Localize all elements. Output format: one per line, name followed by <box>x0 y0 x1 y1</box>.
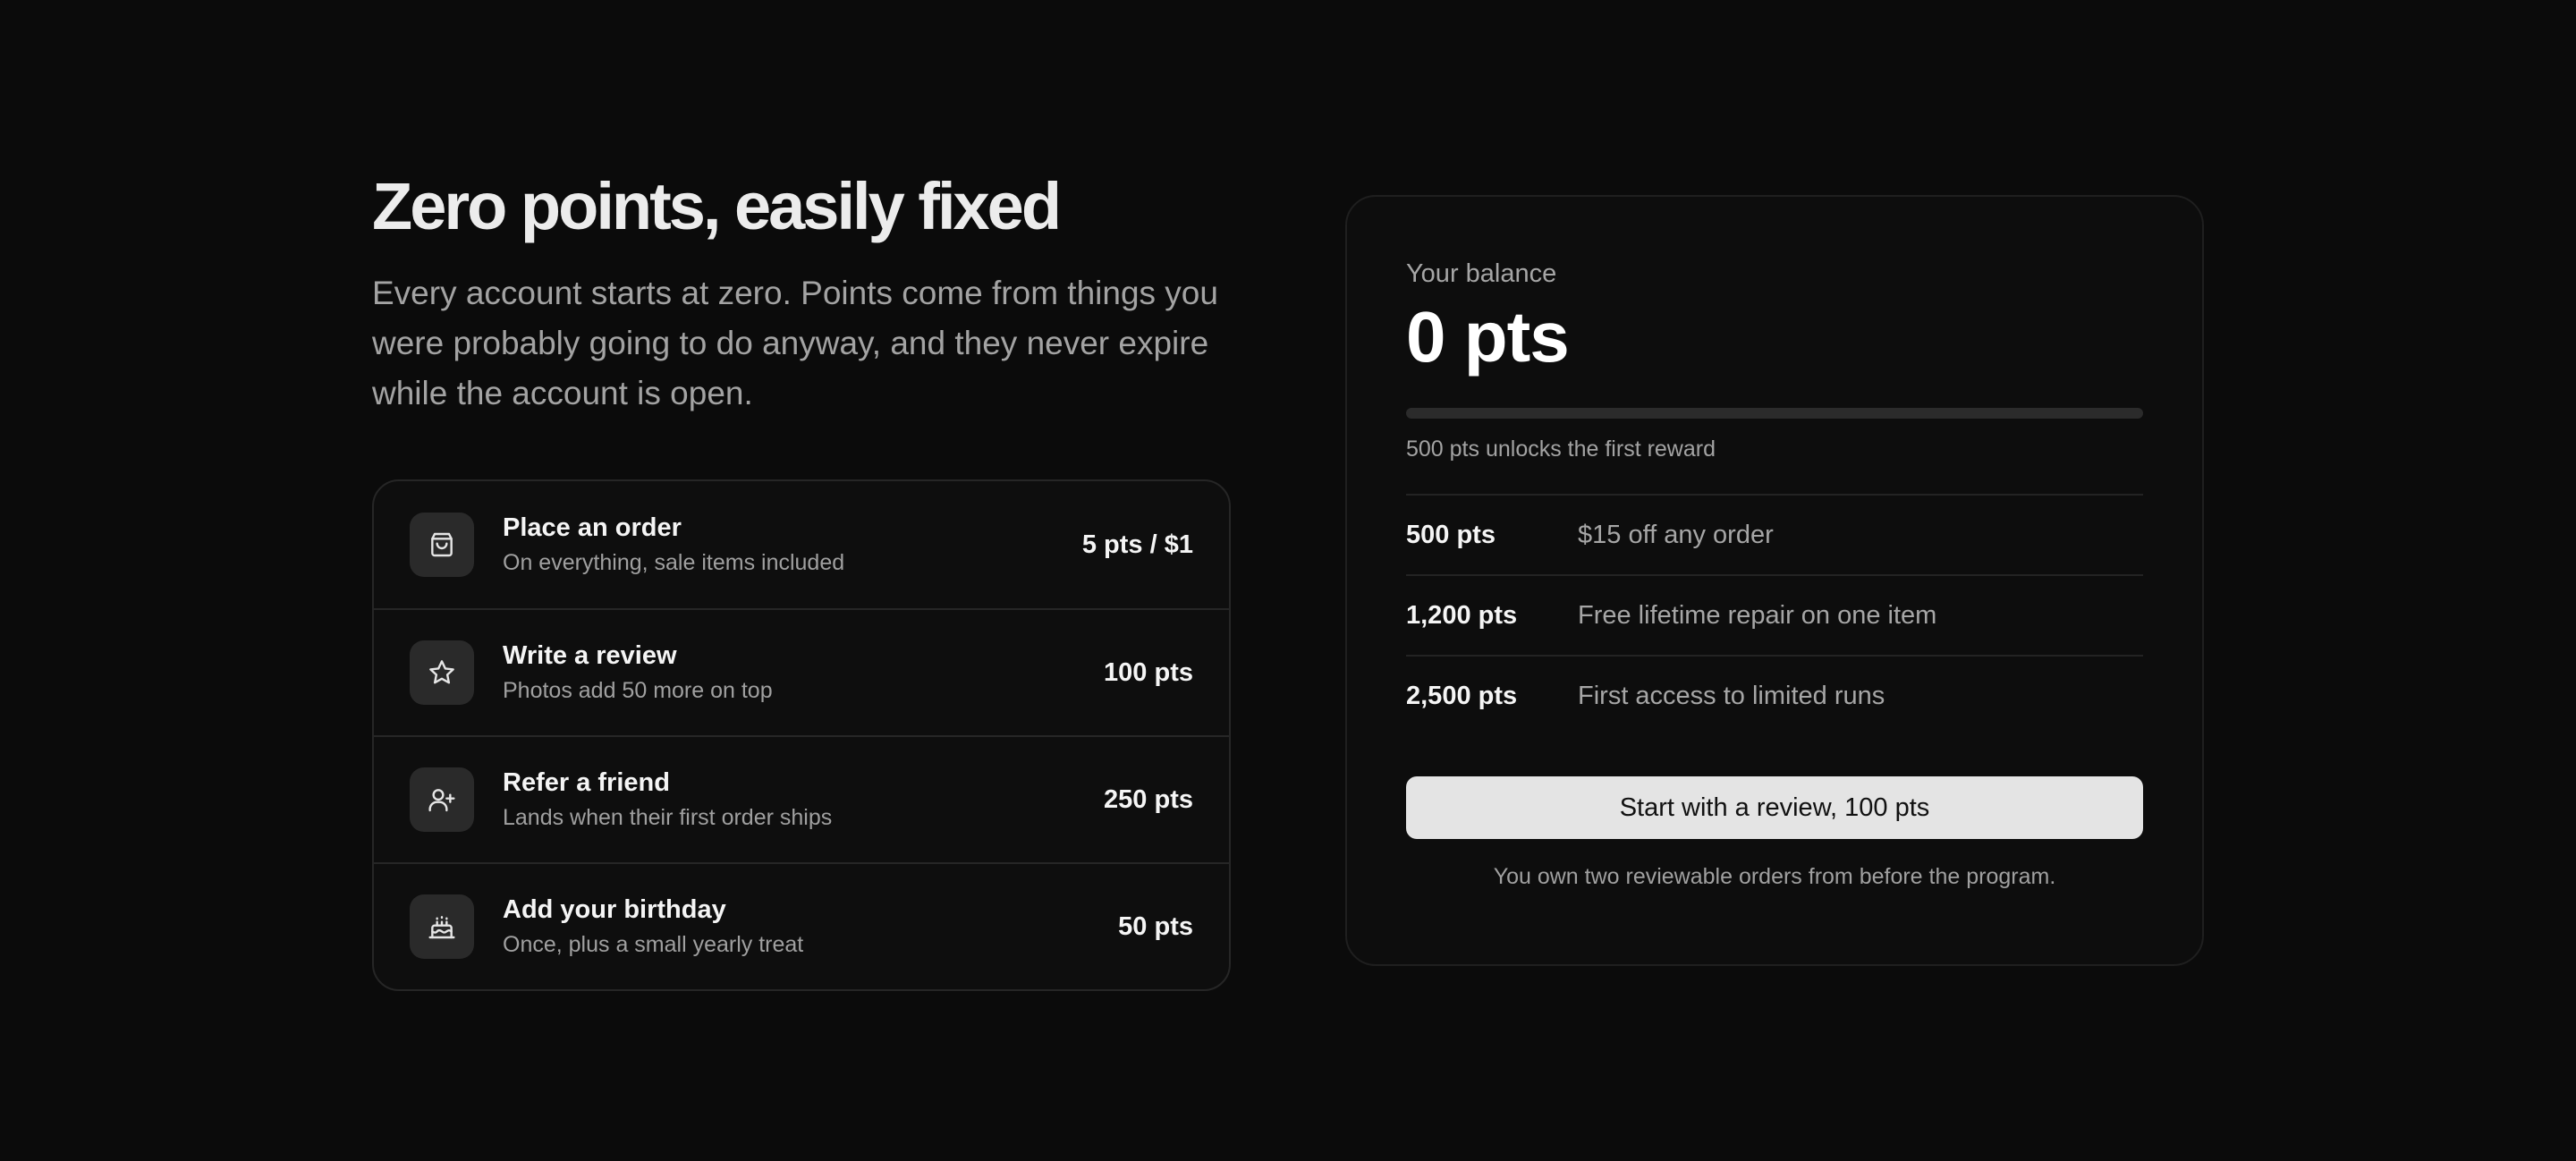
start-review-button[interactable]: Start with a review, 100 pts <box>1406 776 2143 839</box>
reward-tier: 2,500 pts First access to limited runs <box>1406 655 2143 735</box>
shopping-bag-icon <box>410 513 474 577</box>
earn-way-points: 5 pts / $1 <box>1081 530 1193 559</box>
earn-way-points: 50 pts <box>1118 911 1193 941</box>
earn-way-text: Write a review Photos add 50 more on top <box>503 640 1104 706</box>
cta-footnote: You own two reviewable orders from befor… <box>1493 864 2056 889</box>
reward-progress-bar <box>1406 408 2143 419</box>
earn-way-text: Add your birthday Once, plus a small yea… <box>503 894 1118 960</box>
earn-way-description: Photos add 50 more on top <box>503 678 773 703</box>
earn-way-title: Add your birthday <box>503 895 726 924</box>
earn-way-write-review: Write a review Photos add 50 more on top… <box>374 608 1229 735</box>
balance-card: Your balance 0 pts 500 pts unlocks the f… <box>1345 195 2204 966</box>
earn-way-points: 100 pts <box>1104 657 1193 687</box>
reward-tiers: 500 pts $15 off any order 1,200 pts Free… <box>1406 494 2143 735</box>
user-plus-icon <box>410 767 474 832</box>
earn-way-description: Lands when their first order ships <box>503 805 833 830</box>
earn-way-title: Write a review <box>503 641 677 670</box>
earn-way-text: Refer a friend Lands when their first or… <box>503 767 1104 833</box>
earn-way-points: 250 pts <box>1104 784 1193 814</box>
balance-value: 0 pts <box>1406 297 1570 377</box>
rewards-page: Zero points, easily fixed Every account … <box>0 0 2576 1161</box>
earn-way-description: On everything, sale items included <box>503 550 845 575</box>
page-subtitle: Every account starts at zero. Points com… <box>372 275 1218 411</box>
tier-points: 2,500 pts <box>1406 681 1518 710</box>
tier-reward: Free lifetime repair on one item <box>1578 600 1937 630</box>
reward-tier: 1,200 pts Free lifetime repair on one it… <box>1406 574 2143 655</box>
earn-section: Zero points, easily fixed Every account … <box>372 168 1231 991</box>
balance-label: Your balance <box>1406 259 1557 288</box>
reward-tier: 500 pts $15 off any order <box>1406 494 2143 574</box>
earn-way-refer-friend: Refer a friend Lands when their first or… <box>374 735 1229 862</box>
cake-icon <box>410 894 474 959</box>
earn-way-place-order: Place an order On everything, sale items… <box>374 481 1229 608</box>
star-icon <box>410 640 474 705</box>
tier-points: 1,200 pts <box>1406 600 1518 630</box>
page-title: Zero points, easily fixed <box>372 169 1062 243</box>
earn-way-description: Once, plus a small yearly treat <box>503 932 804 957</box>
tier-reward: First access to limited runs <box>1578 681 1885 710</box>
unlock-hint: 500 pts unlocks the first reward <box>1406 436 1716 462</box>
earn-ways-list: Place an order On everything, sale items… <box>372 479 1231 991</box>
tier-reward: $15 off any order <box>1578 520 1774 549</box>
tier-points: 500 pts <box>1406 520 1496 549</box>
earn-way-title: Refer a friend <box>503 768 670 797</box>
earn-way-title: Place an order <box>503 513 682 542</box>
earn-way-text: Place an order On everything, sale items… <box>503 512 1082 578</box>
earn-way-add-birthday: Add your birthday Once, plus a small yea… <box>374 862 1229 989</box>
